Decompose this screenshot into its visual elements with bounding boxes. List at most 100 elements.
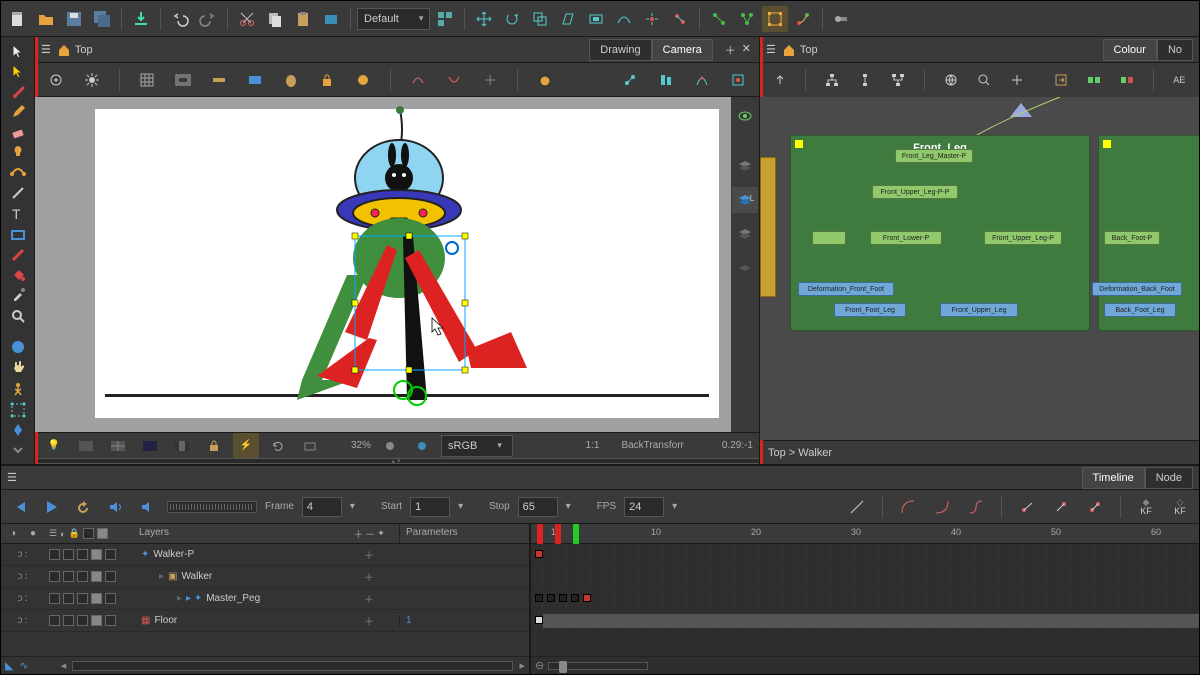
- graph-node[interactable]: Back_Foot-P: [1104, 231, 1160, 245]
- menu-icon[interactable]: ☰: [41, 43, 51, 56]
- line-tool[interactable]: [5, 184, 31, 200]
- reposition-icon[interactable]: [639, 6, 665, 32]
- import-icon[interactable]: [128, 6, 154, 32]
- nav-icon[interactable]: [1006, 67, 1029, 93]
- lock2-col-icon[interactable]: 🔒: [69, 528, 80, 539]
- show-selection-icon[interactable]: ◣: [5, 659, 13, 672]
- save-icon[interactable]: [61, 6, 87, 32]
- zoom-tool[interactable]: [5, 307, 31, 323]
- camera-mask-icon[interactable]: [242, 67, 268, 93]
- anim-key-icon[interactable]: [829, 6, 855, 32]
- lock-col-icon[interactable]: ●: [30, 528, 36, 539]
- first-frame-button[interactable]: [7, 495, 31, 519]
- light-table-icon[interactable]: [350, 67, 376, 93]
- snap-align-icon[interactable]: [653, 67, 679, 93]
- node-breadcrumb[interactable]: Top: [782, 43, 818, 57]
- add-keyframe-icon[interactable]: ◆KF: [1133, 494, 1159, 520]
- scroll-left-icon[interactable]: ◂: [61, 659, 67, 672]
- render-gear-icon[interactable]: [377, 433, 403, 459]
- render-mode-b[interactable]: [105, 433, 131, 459]
- snap-grid-icon[interactable]: [725, 67, 751, 93]
- colorspace-combo[interactable]: sRGB: [441, 435, 513, 457]
- redo-icon[interactable]: [195, 6, 221, 32]
- deform-chain-icon[interactable]: [790, 6, 816, 32]
- light-bulb-status-icon[interactable]: 💡: [41, 433, 67, 459]
- render-mode-d[interactable]: [169, 433, 195, 459]
- check2-col-icon[interactable]: [97, 528, 108, 539]
- chevron-down-icon[interactable]: [5, 442, 31, 458]
- menu-icon[interactable]: ☰: [7, 471, 17, 484]
- frame-field[interactable]: 4: [302, 497, 342, 517]
- cutter-tool[interactable]: [5, 247, 31, 263]
- tab-drawing[interactable]: Drawing: [589, 39, 651, 61]
- loop-button[interactable]: [71, 495, 95, 519]
- kf-motion-c-icon[interactable]: [1082, 494, 1108, 520]
- enable-col-icon[interactable]: ☰: [49, 528, 57, 539]
- stopwatch-icon[interactable]: [532, 67, 558, 93]
- safe-area-icon[interactable]: [170, 67, 196, 93]
- track-row[interactable]: [531, 588, 1199, 610]
- ease-a-icon[interactable]: [895, 494, 921, 520]
- close-view-icon[interactable]: ✕: [740, 40, 753, 60]
- graph-node[interactable]: Front_Leg_Master-P: [895, 149, 973, 163]
- render-mode-c[interactable]: [137, 433, 163, 459]
- envelope-tool[interactable]: [5, 402, 31, 418]
- tab-camera[interactable]: Camera: [652, 39, 713, 61]
- morph-tool[interactable]: [5, 339, 31, 355]
- copy-icon[interactable]: [262, 6, 288, 32]
- remove-layer-icon[interactable]: －: [365, 526, 375, 541]
- bounding-box-icon[interactable]: [762, 6, 788, 32]
- solo-col-icon[interactable]: ◐: [60, 529, 65, 539]
- new-file-icon[interactable]: [5, 6, 31, 32]
- deform-show-icon[interactable]: [405, 67, 431, 93]
- kite-tool[interactable]: [5, 422, 31, 438]
- rotate-tool-icon[interactable]: [499, 6, 525, 32]
- cut-icon[interactable]: [234, 6, 260, 32]
- menu-icon[interactable]: ☰: [766, 43, 776, 56]
- stop-field[interactable]: 65: [518, 497, 558, 517]
- graph-node[interactable]: Deformation_Front_Foot: [798, 282, 894, 296]
- deform-chain-show-icon[interactable]: [441, 67, 467, 93]
- tab-colour[interactable]: Colour: [1103, 39, 1157, 61]
- lock-status-icon[interactable]: [201, 433, 227, 459]
- hier-c-icon[interactable]: [887, 67, 910, 93]
- track-row[interactable]: [531, 566, 1199, 588]
- camera-viewport[interactable]: L: [35, 97, 759, 432]
- brush-tool[interactable]: [5, 83, 31, 99]
- tab-no[interactable]: No: [1157, 39, 1193, 61]
- view-menu-icon[interactable]: [43, 67, 69, 93]
- maintain-size-icon[interactable]: [583, 6, 609, 32]
- paste-icon[interactable]: [290, 6, 316, 32]
- scale-tool-icon[interactable]: [527, 6, 553, 32]
- render-gear2-icon[interactable]: [409, 433, 435, 459]
- graph-node[interactable]: Front_Upper_Leg-P-P: [872, 185, 958, 199]
- ik-tool-icon[interactable]: [706, 6, 732, 32]
- eye-icon[interactable]: [732, 103, 758, 129]
- hier-a-icon[interactable]: [820, 67, 843, 93]
- onion-skin-icon[interactable]: [278, 67, 304, 93]
- save-all-icon[interactable]: [89, 6, 115, 32]
- world-icon[interactable]: [939, 67, 962, 93]
- kf-motion-b-icon[interactable]: [1048, 494, 1074, 520]
- group-enter-icon[interactable]: [1049, 67, 1072, 93]
- show-curve-icon[interactable]: ∿: [19, 659, 28, 672]
- ab-icon[interactable]: AE: [1168, 67, 1191, 93]
- offset-deform-icon[interactable]: [667, 6, 693, 32]
- grid-icon[interactable]: [134, 67, 160, 93]
- lock-icon[interactable]: [314, 67, 340, 93]
- graph-node[interactable]: Front_Upper_Leg: [940, 303, 1018, 317]
- graph-node[interactable]: Deformation_Back_Foot: [1092, 282, 1182, 296]
- add-fx-icon[interactable]: ✦: [377, 528, 385, 539]
- track-row[interactable]: [531, 610, 1199, 632]
- rectangle-tool[interactable]: [5, 227, 31, 243]
- workspace-preset-combo[interactable]: Default: [357, 8, 430, 30]
- sound-scrub-button[interactable]: [135, 495, 159, 519]
- zoom-slider[interactable]: [548, 662, 648, 670]
- graph-node[interactable]: Front_Upper_Leg-P: [984, 231, 1062, 245]
- graph-node[interactable]: [812, 231, 846, 245]
- text-tool[interactable]: T: [5, 205, 31, 223]
- onion-col-icon[interactable]: ◑: [10, 528, 16, 539]
- hand-tool[interactable]: [5, 359, 31, 375]
- node-path[interactable]: Top > Walker: [768, 447, 832, 459]
- camera-reset-icon[interactable]: [297, 433, 323, 459]
